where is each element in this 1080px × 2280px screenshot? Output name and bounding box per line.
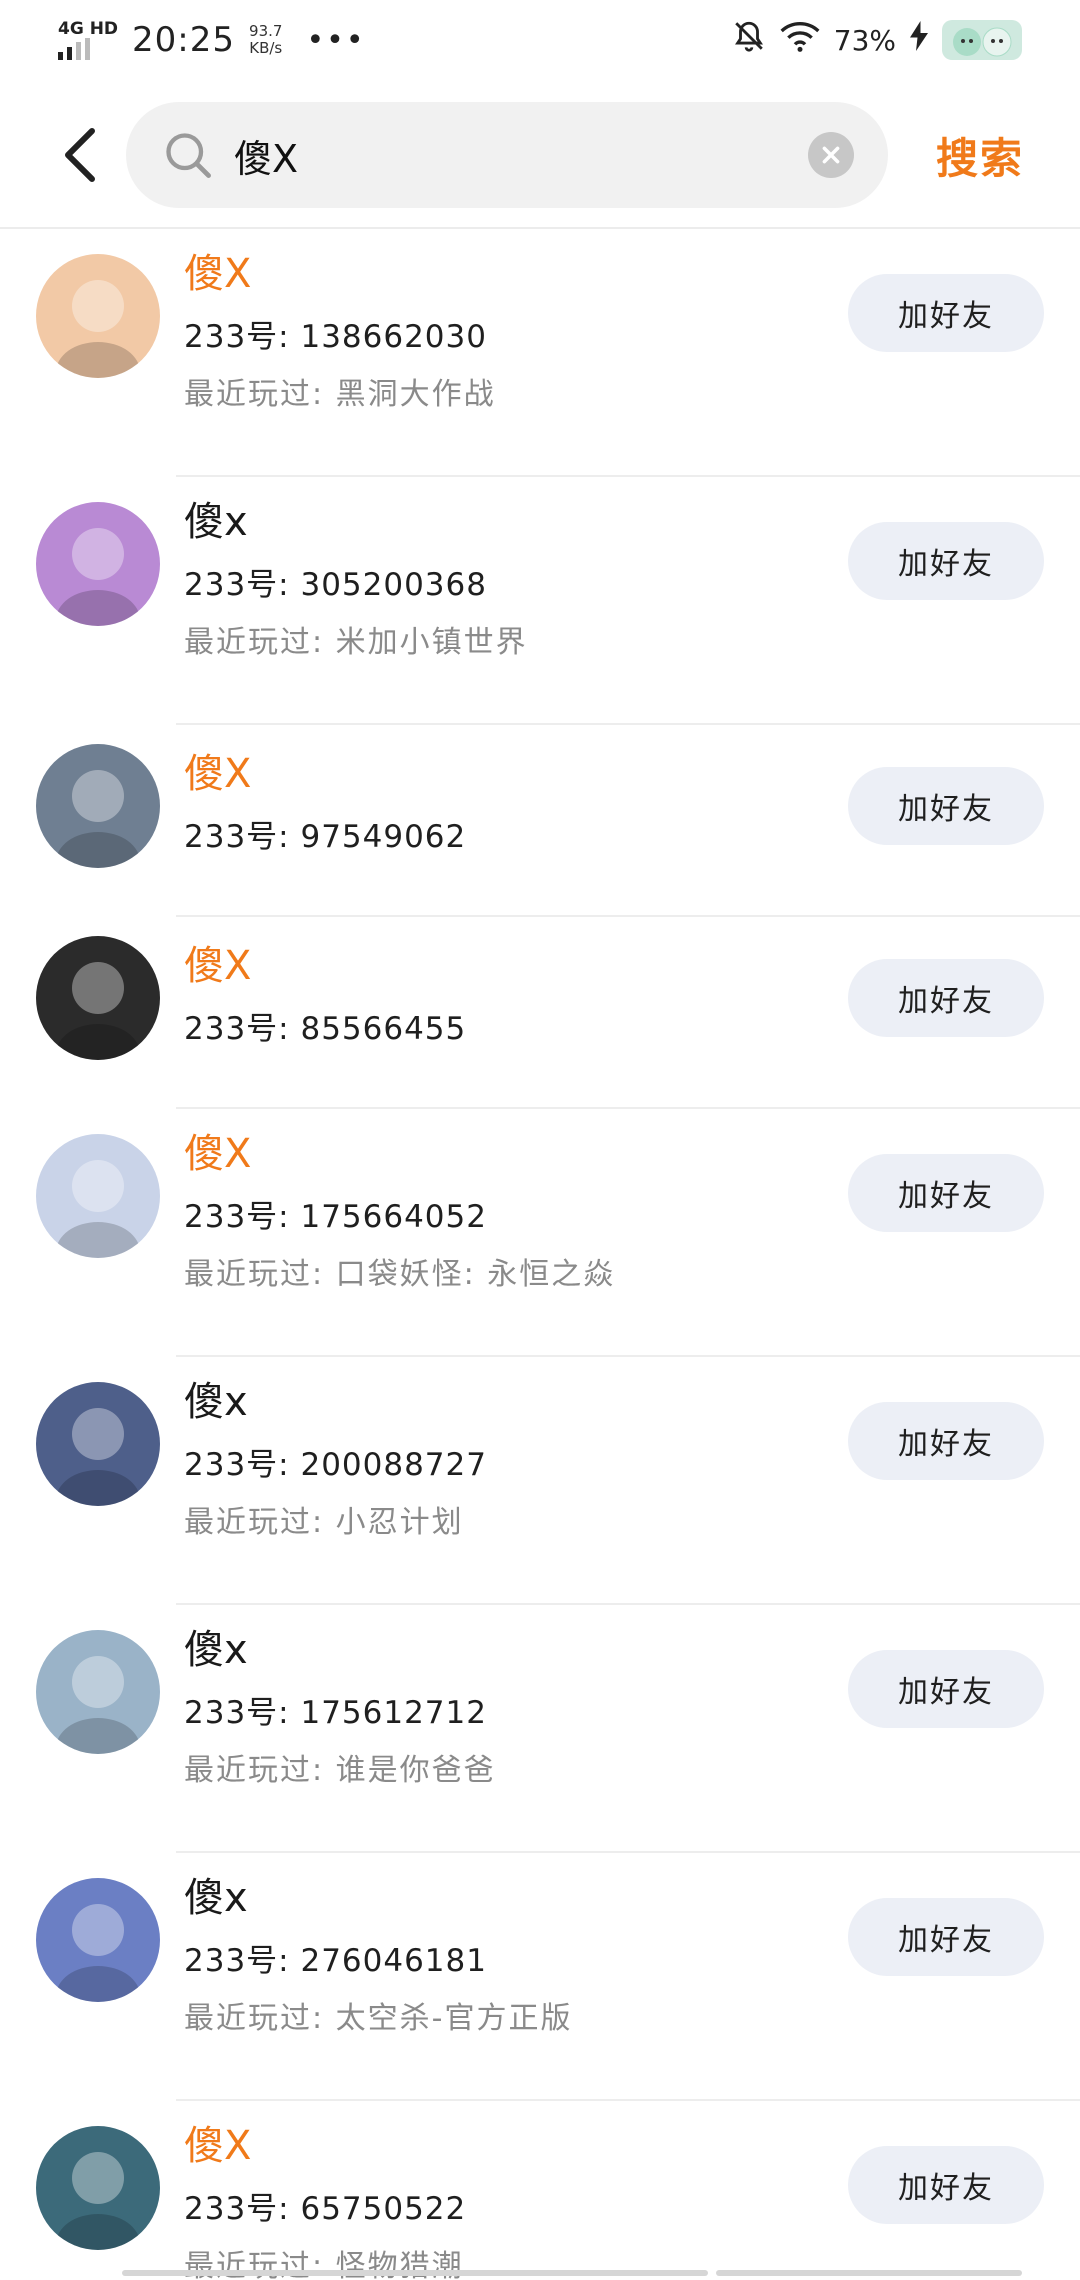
search-box[interactable] <box>126 102 888 208</box>
user-avatar[interactable] <box>36 936 160 1060</box>
user-name: 傻x <box>184 1627 248 1673</box>
user-id: 233号: 65750522 <box>184 2191 467 2227</box>
user-name: 傻X <box>184 751 252 797</box>
user-id: 233号: 200088727 <box>184 1447 487 1483</box>
wifi-icon <box>780 20 820 60</box>
user-avatar[interactable] <box>36 744 160 868</box>
user-avatar[interactable] <box>36 254 160 378</box>
recently-played: 最近玩过: 黑洞大作战 <box>184 377 496 412</box>
user-name: 傻X <box>184 2123 252 2169</box>
user-name: 傻x <box>184 499 248 545</box>
network-indicator: 4G HD <box>58 20 118 60</box>
user-result-row[interactable]: 傻X 233号: 175664052 最近玩过: 口袋妖怪: 永恒之焱 加好友 <box>0 1109 1080 1357</box>
bell-muted-icon <box>732 19 766 61</box>
add-friend-button[interactable]: 加好友 <box>848 1898 1044 1976</box>
user-avatar[interactable] <box>36 1878 160 2002</box>
charging-icon <box>910 21 928 59</box>
user-result-row[interactable]: 傻x 233号: 276046181 最近玩过: 太空杀-官方正版 加好友 <box>0 1853 1080 2101</box>
status-left: 4G HD 20:25 93.7 KB/s ••• <box>58 20 366 60</box>
search-header: 搜索 <box>0 100 1080 210</box>
search-button[interactable]: 搜索 <box>936 100 1024 210</box>
recently-played: 最近玩过: 谁是你爸爸 <box>184 1753 496 1788</box>
user-result-row[interactable]: 傻x 233号: 175612712 最近玩过: 谁是你爸爸 加好友 <box>0 1605 1080 1853</box>
close-icon <box>822 146 840 164</box>
recently-played: 最近玩过: 太空杀-官方正版 <box>184 2001 573 2036</box>
user-id: 233号: 305200368 <box>184 567 487 603</box>
user-name: 傻x <box>184 1875 248 1921</box>
clear-search-button[interactable] <box>808 132 854 178</box>
status-right: 73% <box>732 19 1022 61</box>
user-id: 233号: 175664052 <box>184 1199 487 1235</box>
more-notifications-icon: ••• <box>306 22 366 58</box>
speed-value: 93.7 <box>249 22 283 40</box>
signal-icon <box>58 38 118 60</box>
scrollbar-track-secondary <box>716 2270 1022 2276</box>
add-friend-button[interactable]: 加好友 <box>848 522 1044 600</box>
battery-level: 73% <box>833 23 896 57</box>
add-friend-button[interactable]: 加好友 <box>848 2146 1044 2224</box>
user-avatar[interactable] <box>36 1134 160 1258</box>
user-result-row[interactable]: 傻X 233号: 97549062 加好友 <box>0 725 1080 917</box>
user-result-row[interactable]: 傻x 233号: 200088727 最近玩过: 小忍计划 加好友 <box>0 1357 1080 1605</box>
network-type: 4G HD <box>58 19 119 39</box>
user-result-row[interactable]: 傻X 233号: 138662030 最近玩过: 黑洞大作战 加好友 <box>0 229 1080 477</box>
user-avatar[interactable] <box>36 1630 160 1754</box>
network-speed: 93.7 KB/s <box>249 23 282 57</box>
user-id: 233号: 138662030 <box>184 319 487 355</box>
recently-played: 最近玩过: 口袋妖怪: 永恒之焱 <box>184 1257 616 1292</box>
user-id: 233号: 85566455 <box>184 1011 467 1047</box>
user-result-row[interactable]: 傻X 233号: 65750522 最近玩过: 怪物猎潮 加好友 <box>0 2101 1080 2280</box>
user-name: 傻X <box>184 943 252 989</box>
user-avatar[interactable] <box>36 502 160 626</box>
add-friend-button[interactable]: 加好友 <box>848 274 1044 352</box>
speed-unit: KB/s <box>249 39 283 57</box>
user-avatar[interactable] <box>36 2126 160 2250</box>
user-name: 傻X <box>184 251 252 297</box>
chevron-left-icon <box>65 128 95 182</box>
user-name: 傻X <box>184 1131 252 1177</box>
user-result-row[interactable]: 傻X 233号: 85566455 加好友 <box>0 917 1080 1109</box>
scrollbar-track <box>122 2270 708 2276</box>
recently-played: 最近玩过: 米加小镇世界 <box>184 625 528 660</box>
user-name: 傻x <box>184 1379 248 1425</box>
user-id: 233号: 175612712 <box>184 1695 487 1731</box>
user-id: 233号: 97549062 <box>184 819 467 855</box>
clock: 20:25 <box>132 20 236 60</box>
add-friend-button[interactable]: 加好友 <box>848 1154 1044 1232</box>
add-friend-button[interactable]: 加好友 <box>848 767 1044 845</box>
recently-played: 最近玩过: 小忍计划 <box>184 1505 464 1540</box>
back-button[interactable] <box>40 115 120 195</box>
add-friend-button[interactable]: 加好友 <box>848 1650 1044 1728</box>
status-bar: 4G HD 20:25 93.7 KB/s ••• 73% <box>0 0 1080 80</box>
add-friend-button[interactable]: 加好友 <box>848 1402 1044 1480</box>
search-results-screen: 4G HD 20:25 93.7 KB/s ••• 73% 傻X 搜索 傻X 2… <box>0 0 1080 2280</box>
user-results-list: 傻X 233号: 138662030 最近玩过: 黑洞大作战 加好友 傻x 233号: 3… <box>0 229 1080 2280</box>
user-result-row[interactable]: 傻x 233号: 305200368 最近玩过: 米加小镇世界 加好友 <box>0 477 1080 725</box>
user-avatar[interactable] <box>36 1382 160 1506</box>
add-friend-button[interactable]: 加好友 <box>848 959 1044 1037</box>
search-input[interactable] <box>234 133 808 177</box>
user-id: 233号: 276046181 <box>184 1943 487 1979</box>
mascot-icon <box>942 20 1022 60</box>
search-icon <box>160 127 216 183</box>
